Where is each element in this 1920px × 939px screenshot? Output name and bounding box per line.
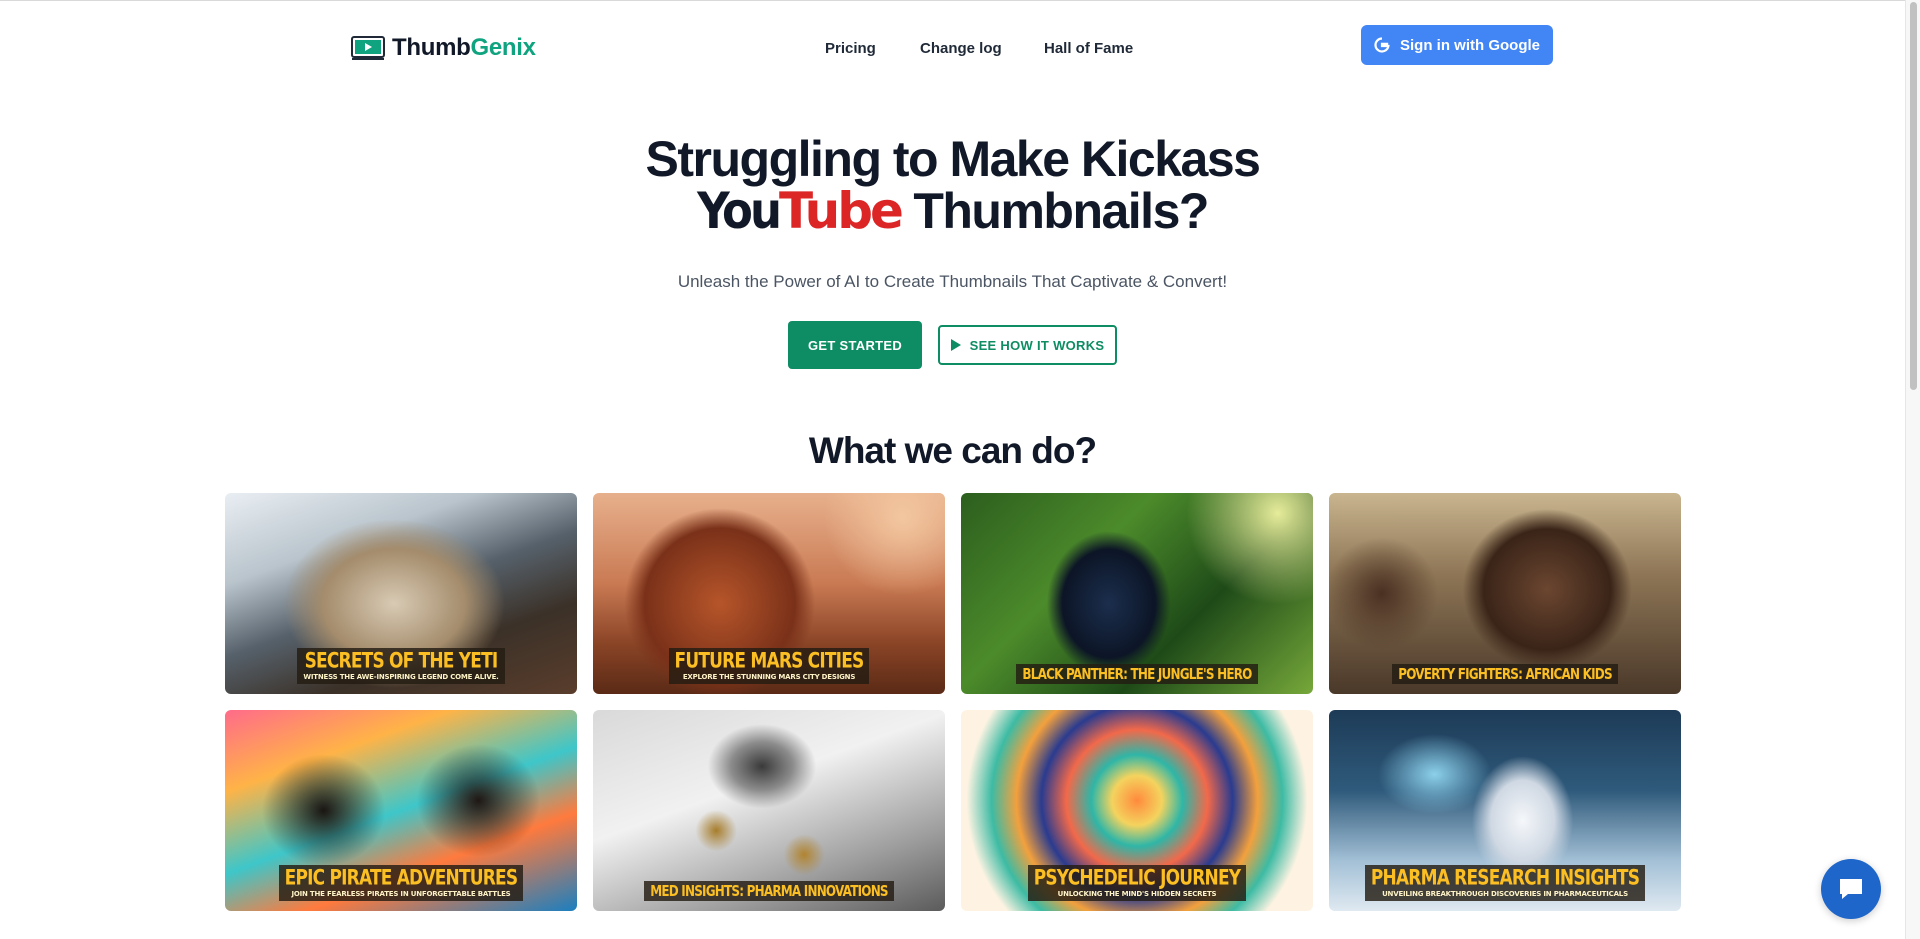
thumbnail-caption: Med Insights: Pharma Innovations bbox=[593, 881, 945, 901]
chat-widget-button[interactable] bbox=[1821, 859, 1881, 919]
page-scrollbar[interactable] bbox=[1905, 0, 1920, 939]
thumbnail-caption: Pharma Research Insights Unveiling break… bbox=[1329, 865, 1681, 901]
thumbnail-caption: Secrets of the Yeti Witness the awe-insp… bbox=[225, 648, 577, 684]
hero-title-tube: Tube bbox=[779, 182, 904, 240]
hero-subtitle: Unleash the Power of AI to Create Thumbn… bbox=[677, 272, 1228, 291]
thumbnail-caption: Poverty Fighters: African Kids bbox=[1329, 664, 1681, 684]
sign-in-with-google-button[interactable]: Sign in with Google bbox=[1361, 25, 1553, 65]
video-thumbnail-icon bbox=[351, 35, 385, 60]
thumbnail-card[interactable]: Secrets of the Yeti Witness the awe-insp… bbox=[225, 493, 577, 694]
thumbnail-title: Black Panther: The Jungle's Hero bbox=[1022, 665, 1252, 683]
chat-bubble-icon bbox=[1840, 879, 1862, 899]
thumbnail-subtitle: Unlocking the mind's hidden secrets bbox=[1057, 890, 1217, 898]
thumbnail-caption: Epic Pirate Adventures Join the fearless… bbox=[225, 865, 577, 901]
thumbnail-card[interactable]: Pharma Research Insights Unveiling break… bbox=[1329, 710, 1681, 911]
thumbnail-card[interactable]: Epic Pirate Adventures Join the fearless… bbox=[225, 710, 577, 911]
get-started-button[interactable]: GET STARTED bbox=[788, 321, 922, 369]
thumbnail-caption: Future Mars Cities Explore the stunning … bbox=[593, 648, 945, 684]
hero-title: Struggling to Make Kickass YouTube Thumb… bbox=[0, 133, 1905, 237]
thumbnail-title: Future Mars Cities bbox=[674, 648, 865, 674]
thumbnail-title: Med Insights: Pharma Innovations bbox=[650, 882, 888, 900]
thumbnail-subtitle: Witness the awe-inspiring legend come al… bbox=[303, 673, 499, 681]
nav-pricing[interactable]: Pricing bbox=[825, 40, 876, 57]
section-title: What we can do? bbox=[808, 430, 1097, 471]
thumbnail-title: Poverty Fighters: African Kids bbox=[1398, 665, 1612, 683]
thumbnail-card[interactable]: Med Insights: Pharma Innovations bbox=[593, 710, 945, 911]
thumbnail-card[interactable]: Future Mars Cities Explore the stunning … bbox=[593, 493, 945, 694]
site-header: ThumbGenix Pricing Change log Hall of Fa… bbox=[0, 0, 1905, 80]
thumbnail-title: Secrets of the Yeti bbox=[304, 648, 499, 674]
thumbnail-subtitle: Unveiling breakthrough discoveries in ph… bbox=[1382, 890, 1628, 898]
sign-in-label: Sign in with Google bbox=[1400, 36, 1540, 54]
thumbnail-subtitle: Join the fearless pirates in unforgettab… bbox=[291, 890, 511, 898]
thumbnail-title: Psychedelic Journey bbox=[1033, 865, 1241, 891]
thumbnail-card[interactable]: Black Panther: The Jungle's Hero bbox=[961, 493, 1313, 694]
thumbnail-caption: Black Panther: The Jungle's Hero bbox=[961, 664, 1313, 684]
thumbnail-caption: Psychedelic Journey Unlocking the mind's… bbox=[961, 865, 1313, 901]
scrollbar-thumb[interactable] bbox=[1910, 2, 1917, 390]
see-how-it-works-label: SEE HOW IT WORKS bbox=[969, 337, 1105, 353]
thumbnail-card[interactable]: Psychedelic Journey Unlocking the mind's… bbox=[961, 710, 1313, 911]
thumbnail-title: Epic Pirate Adventures bbox=[284, 865, 518, 891]
google-g-icon bbox=[1374, 37, 1390, 53]
brand-name: ThumbGenix bbox=[392, 34, 536, 61]
nav-change-log[interactable]: Change log bbox=[920, 40, 1002, 57]
thumbnail-card[interactable]: Poverty Fighters: African Kids bbox=[1329, 493, 1681, 694]
hero-title-you: You bbox=[697, 182, 782, 240]
thumbnail-title: Pharma Research Insights bbox=[1370, 865, 1640, 891]
see-how-it-works-button[interactable]: SEE HOW IT WORKS bbox=[938, 325, 1117, 365]
brand-logo[interactable]: ThumbGenix bbox=[351, 34, 536, 62]
hero-title-rest: Thumbnails? bbox=[900, 183, 1209, 239]
thumbnail-subtitle: Explore the stunning Mars city designs bbox=[682, 673, 856, 681]
play-icon bbox=[950, 339, 961, 351]
hero-title-line1: Struggling to Make Kickass bbox=[645, 131, 1261, 187]
nav-hall-of-fame[interactable]: Hall of Fame bbox=[1044, 40, 1133, 57]
